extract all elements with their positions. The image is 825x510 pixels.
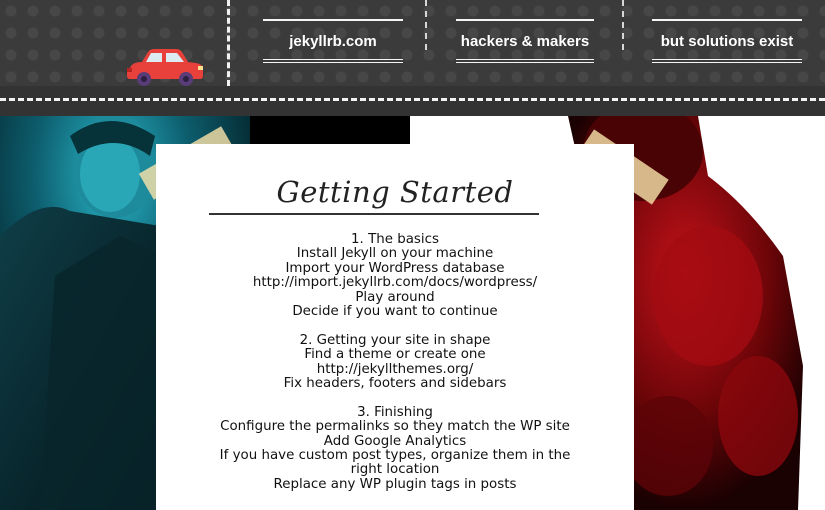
nav-link-label: but solutions exist [660,32,794,50]
site-header: jekyllrb.com hackers & makers but soluti… [0,0,825,116]
nav-link-label: hackers & makers [460,32,590,50]
nav-link-label: jekyllrb.com [289,32,377,50]
hero-section: Getting Started 1. The basics Install Je… [0,116,825,510]
section-heading: 3. Finishing [357,404,433,420]
header-strip [0,86,825,116]
getting-started-card: Getting Started 1. The basics Install Je… [156,144,634,510]
list-item-link[interactable]: http://import.jekyllrb.com/docs/wordpres… [156,275,634,290]
nav-separator [622,0,624,50]
step-section: 2. Getting your site in shape Find a the… [156,332,634,392]
list-item: Import your WordPress database [285,260,505,276]
nav-separator [425,0,427,50]
section-heading: 1. The basics [351,232,439,247]
header-vertical-divider [227,0,230,86]
card-title: Getting Started [276,175,514,209]
nav-link-jekyllrb[interactable]: jekyllrb.com [263,19,403,63]
list-item: Add Google Analytics [323,433,467,449]
list-item-link[interactable]: http://jekyllthemes.org/ [156,362,634,377]
list-item: Find a theme or create one [304,347,486,363]
list-item: Install Jekyll on your machine [296,246,494,262]
step-section: 3. Finishing Configure the permalinks so… [156,404,634,492]
nav-link-hackers-makers[interactable]: hackers & makers [456,19,594,63]
red-car-icon[interactable] [124,46,206,88]
step-section: 1. The basics Install Jekyll on your mac… [156,232,634,320]
section-heading: 2. Getting your site in shape [299,332,491,348]
list-item: If you have custom post types, organize … [219,448,571,478]
nav-link-solutions[interactable]: but solutions exist [652,19,802,63]
list-item: Configure the permalinks so they match t… [220,419,570,435]
header-dashed-divider [0,98,825,101]
list-item: Play around [355,289,435,305]
list-item: Replace any WP plugin tags in posts [273,476,517,492]
title-underline [209,213,539,215]
steps-list: 1. The basics Install Jekyll on your mac… [156,232,634,492]
list-item: Decide if you want to continue [292,304,498,320]
list-item: Fix headers, footers and sidebars [283,376,507,392]
